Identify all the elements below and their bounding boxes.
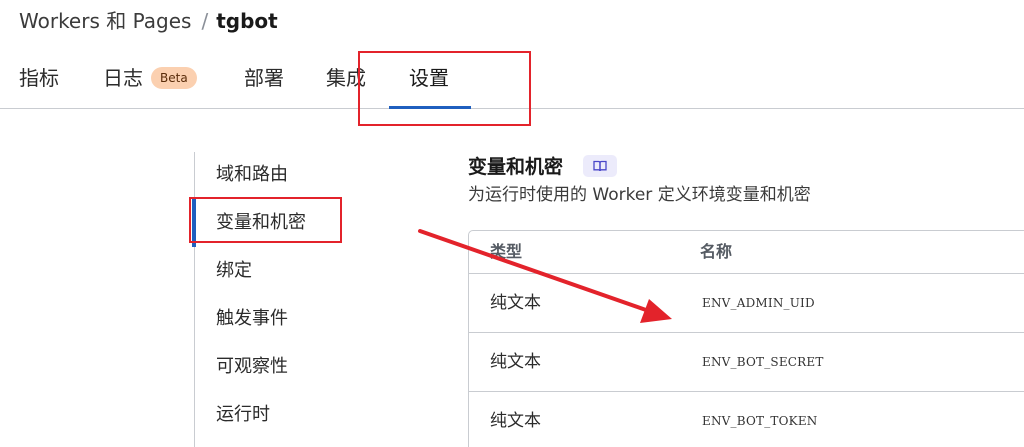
tab-settings[interactable]: 设置 <box>409 64 449 92</box>
tab-deployments-label: 部署 <box>244 66 284 90</box>
variable-name: ENV_ADMIN_UID <box>702 296 815 310</box>
section-title: 变量和机密 <box>468 156 564 178</box>
variable-type: 纯文本 <box>490 352 541 372</box>
sidebar-item-runtime[interactable]: 运行时 <box>216 403 270 427</box>
breadcrumb-parent[interactable]: Workers 和 Pages <box>19 9 191 33</box>
tab-logs-label: 日志 <box>103 66 143 90</box>
settings-sidebar: 域和路由 变量和机密 绑定 触发事件 可观察性 运行时 <box>192 152 306 447</box>
tab-integrations[interactable]: 集成 <box>326 64 366 92</box>
breadcrumb: Workers 和 Pages / tgbot <box>19 7 278 35</box>
tab-metrics-label: 指标 <box>19 66 59 90</box>
sidebar-item-triggers[interactable]: 触发事件 <box>216 307 288 331</box>
book-icon <box>593 157 607 176</box>
tab-deployments[interactable]: 部署 <box>244 64 284 92</box>
sidebar-item-bindings[interactable]: 绑定 <box>216 259 252 283</box>
sidebar-item-label: 触发事件 <box>216 308 288 329</box>
active-tab-indicator <box>389 106 471 109</box>
tab-bar: 指标 日志 Beta 部署 集成 设置 <box>0 56 1024 109</box>
variable-type: 纯文本 <box>490 293 541 313</box>
tab-settings-label: 设置 <box>409 66 449 90</box>
column-header-name: 名称 <box>700 242 733 261</box>
table-header: 类型 名称 <box>469 231 1024 274</box>
sidebar-item-observability[interactable]: 可观察性 <box>216 355 288 379</box>
active-nav-indicator <box>192 199 196 247</box>
tab-logs[interactable]: 日志 Beta <box>103 64 197 92</box>
beta-badge: Beta <box>151 67 197 89</box>
cloudflare-settings-page: Workers 和 Pages / tgbot 指标 日志 Beta 部署 集成 设置… <box>0 0 1024 447</box>
variable-name: ENV_BOT_SECRET <box>702 355 824 369</box>
variable-type: 纯文本 <box>490 411 541 431</box>
sidebar-item-variables-secrets[interactable]: 变量和机密 <box>216 211 306 235</box>
breadcrumb-current: tgbot <box>216 9 278 33</box>
section-subtitle: 为运行时使用的 Worker 定义环境变量和机密 <box>468 185 811 205</box>
env-variables-table: 类型 名称 纯文本 ENV_ADMIN_UID 纯文本 ENV_BOT_SECR… <box>468 230 1024 447</box>
sidebar-item-label: 可观察性 <box>216 356 288 377</box>
sidebar-item-domains-routes[interactable]: 域和路由 <box>216 163 288 187</box>
breadcrumb-separator: / <box>201 9 209 33</box>
variable-name: ENV_BOT_TOKEN <box>702 414 818 428</box>
table-row[interactable]: 纯文本 ENV_BOT_TOKEN <box>469 392 1024 447</box>
table-row[interactable]: 纯文本 ENV_ADMIN_UID <box>469 274 1024 333</box>
tab-metrics[interactable]: 指标 <box>19 64 59 92</box>
sidebar-item-label: 绑定 <box>216 260 252 281</box>
docs-link-button[interactable] <box>583 155 617 177</box>
sidebar-item-label: 变量和机密 <box>216 212 306 233</box>
column-header-type: 类型 <box>490 242 523 261</box>
tab-integrations-label: 集成 <box>326 66 366 90</box>
table-row[interactable]: 纯文本 ENV_BOT_SECRET <box>469 333 1024 392</box>
sidebar-item-label: 运行时 <box>216 404 270 425</box>
sidebar-item-label: 域和路由 <box>216 164 288 185</box>
